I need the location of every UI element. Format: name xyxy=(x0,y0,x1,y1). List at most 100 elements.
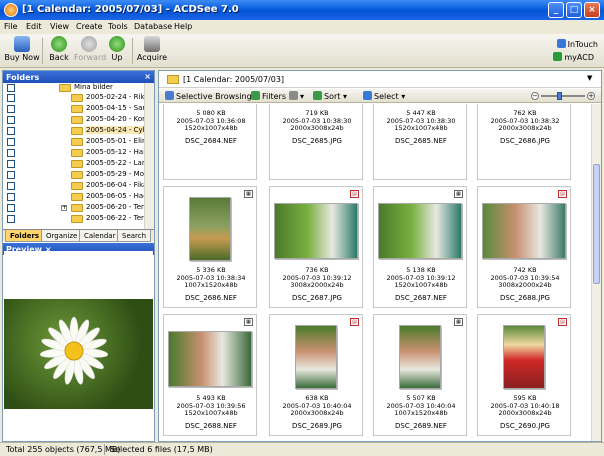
maximize-button[interactable]: □ xyxy=(566,2,582,18)
menu-create[interactable]: Create xyxy=(76,22,103,31)
checkbox[interactable] xyxy=(7,84,15,92)
filters-button[interactable]: Filters xyxy=(251,91,286,101)
expand-icon[interactable]: + xyxy=(61,205,67,211)
thumbnail-size-slider[interactable]: − + xyxy=(531,92,595,100)
chevron-down-icon[interactable]: ▼ xyxy=(587,74,597,84)
close-icon[interactable]: × xyxy=(144,72,151,81)
thumbnail-image[interactable] xyxy=(482,203,566,259)
checkbox[interactable] xyxy=(7,193,15,201)
acquire-button[interactable]: Acquire xyxy=(136,36,168,66)
thumbnail-item[interactable]: 5 080 KB 2005-07-03 10:36:08 1520x1007x48b… xyxy=(163,104,257,180)
close-button[interactable]: × xyxy=(584,2,600,18)
forward-arrow-icon xyxy=(81,36,97,52)
folder-icon xyxy=(71,94,83,102)
minimize-button[interactable]: _ xyxy=(548,2,564,18)
thumbnail-item[interactable]: ▦ 5 493 KB 2005-07-03 10:39:56 1520x1007x48… xyxy=(163,314,257,436)
thumbnail-dims: 1520x1007x48b xyxy=(184,409,238,417)
thumbnail-item[interactable]: ▤ 638 KB 2005-07-03 10:40:04 2000x3008x24b D… xyxy=(269,314,363,436)
tree-folder-item[interactable]: 2005-04-20 - Korvgr xyxy=(3,115,154,125)
tree-folder-item[interactable]: 2005-04-24 - Cykelt xyxy=(3,126,154,136)
menu-tools[interactable]: Tools xyxy=(108,22,128,31)
checkbox[interactable] xyxy=(7,127,15,135)
up-button[interactable]: Up xyxy=(106,36,128,66)
tab-search[interactable]: Search xyxy=(117,230,152,242)
menu-database[interactable]: Database xyxy=(134,22,172,31)
scrollbar-thumb[interactable] xyxy=(593,164,600,284)
menu-edit[interactable]: Edit xyxy=(26,22,42,31)
tree-folder-item[interactable]: 2005-06-05 - Hacksp xyxy=(3,192,154,202)
checkbox[interactable] xyxy=(7,204,15,212)
tab-organize[interactable]: Organize xyxy=(41,230,83,242)
thumbnail-image[interactable] xyxy=(168,331,252,387)
view-mode-button[interactable]: ▾ xyxy=(289,91,304,101)
thumbnail-item[interactable]: ▤ 742 KB 2005-07-03 10:39:54 3008x2000x24b D… xyxy=(477,186,571,308)
checkbox[interactable] xyxy=(7,149,15,157)
thumbnail-item[interactable]: 762 KB 2005-07-03 10:38:32 2000x3008x24b DS… xyxy=(477,104,571,180)
checkbox[interactable] xyxy=(7,160,15,168)
checkbox[interactable] xyxy=(7,215,15,223)
intouch-link[interactable]: InTouch xyxy=(556,39,598,49)
zoom-out-icon[interactable]: − xyxy=(531,92,539,100)
menu-help[interactable]: Help xyxy=(174,22,192,31)
thumbnail-info: 762 KB 2005-07-03 10:38:32 2000x3008x24b xyxy=(478,109,572,133)
selective-browsing-button[interactable]: Selective Browsing xyxy=(165,91,252,101)
menu-file[interactable]: File xyxy=(4,22,17,31)
thumbnail-image[interactable] xyxy=(295,325,337,389)
folder-icon xyxy=(71,204,83,212)
checkbox[interactable] xyxy=(7,94,15,102)
checkbox[interactable] xyxy=(7,171,15,179)
folder-icon xyxy=(71,116,83,124)
thumbnail-info: 5 336 KB 2005-07-03 10:38:34 1007x1520x48b xyxy=(164,266,258,290)
folder-tree: Mina bilder 2005-02-24 - Riksgr 2005-04-1… xyxy=(3,83,154,229)
thumbnail-item[interactable]: ▦ 5 138 KB 2005-07-03 10:39:12 1520x1007x48… xyxy=(373,186,467,308)
thumbnail-item[interactable]: ▦ 5 507 KB 2005-07-03 10:40:04 1007x1520x48… xyxy=(373,314,467,436)
thumbnail-image[interactable] xyxy=(378,203,462,259)
checkbox[interactable] xyxy=(7,116,15,124)
tree-scrollbar[interactable] xyxy=(144,83,154,229)
tree-folder-item[interactable]: +2005-06-20 - Terrac xyxy=(3,203,154,213)
buy-now-button[interactable]: Buy Now xyxy=(4,36,40,66)
thumbnail-image[interactable] xyxy=(399,325,441,389)
thumbnail-item[interactable]: ▤ 736 KB 2005-07-03 10:39:12 3008x2000x24b D… xyxy=(269,186,363,308)
thumbnail-image[interactable] xyxy=(274,203,358,259)
slider-thumb[interactable] xyxy=(557,92,562,100)
tree-folder-item[interactable]: 2005-05-29 - Morsd xyxy=(3,170,154,180)
tab-calendar[interactable]: Calendar xyxy=(79,230,121,242)
checkbox[interactable] xyxy=(7,105,15,113)
checkbox[interactable] xyxy=(7,182,15,190)
myacd-link[interactable]: myACD xyxy=(553,52,594,62)
tree-root[interactable]: Mina bilder xyxy=(3,83,154,93)
thumbnail-item[interactable]: ▦ 5 336 KB 2005-07-03 10:38:34 1007x1520x48… xyxy=(163,186,257,308)
forward-button[interactable]: Forward xyxy=(74,36,106,66)
tree-folder-item[interactable]: 2005-05-01 - Elin & xyxy=(3,137,154,147)
tree-folder-item[interactable]: 2005-04-15 - Sandh xyxy=(3,104,154,114)
thumbnail-image[interactable] xyxy=(503,325,545,389)
toolbar-separator xyxy=(132,38,133,64)
tree-folder-item[interactable]: 2005-05-22 - Lande xyxy=(3,159,154,169)
thumbnail-item[interactable]: ▤ 595 KB 2005-07-03 10:40:18 2000x3008x24b D… xyxy=(477,314,571,436)
tree-folder-item[interactable]: 2005-06-22 - Terrac xyxy=(3,214,154,224)
menu-view[interactable]: View xyxy=(50,22,69,31)
zoom-in-icon[interactable]: + xyxy=(587,92,595,100)
select-button[interactable]: Select ▾ xyxy=(363,91,405,101)
thumbnail-image[interactable] xyxy=(189,197,231,261)
vertical-scrollbar[interactable] xyxy=(591,104,601,441)
thumbnail-dims: 1007x1520x48b xyxy=(184,281,238,289)
thumbnail-info: 5 493 KB 2005-07-03 10:39:56 1520x1007x48b xyxy=(164,394,258,418)
tree-folder-label: 2005-06-04 - Fika i xyxy=(86,181,152,189)
sort-button[interactable]: Sort ▾ xyxy=(313,91,347,101)
panel-tabs: Folders Organize Calendar Search xyxy=(3,229,154,242)
thumbnail-filename: DSC_2685.NEF xyxy=(395,137,447,145)
thumbnail-item[interactable]: 5 447 KB 2005-07-03 10:38:30 1520x1007x48b… xyxy=(373,104,467,180)
tree-folder-item[interactable]: 2005-02-24 - Riksgr xyxy=(3,93,154,103)
thumbnail-item[interactable]: 719 KB 2005-07-03 10:38:30 2000x3008x24b DS… xyxy=(269,104,363,180)
checkbox[interactable] xyxy=(7,138,15,146)
thumbnail-dims: 2000x3008x24b xyxy=(498,409,552,417)
back-button[interactable]: Back xyxy=(46,36,72,66)
tab-folders[interactable]: Folders xyxy=(5,230,45,242)
tree-folder-item[interactable]: 2005-06-04 - Fika i xyxy=(3,181,154,191)
folder-icon xyxy=(59,84,71,92)
tree-folder-item[interactable]: 2005-05-12 - Halvm xyxy=(3,148,154,158)
path-bar[interactable]: [1 Calendar: 2005/07/03] ▼ xyxy=(159,71,601,88)
back-arrow-icon xyxy=(51,36,67,52)
